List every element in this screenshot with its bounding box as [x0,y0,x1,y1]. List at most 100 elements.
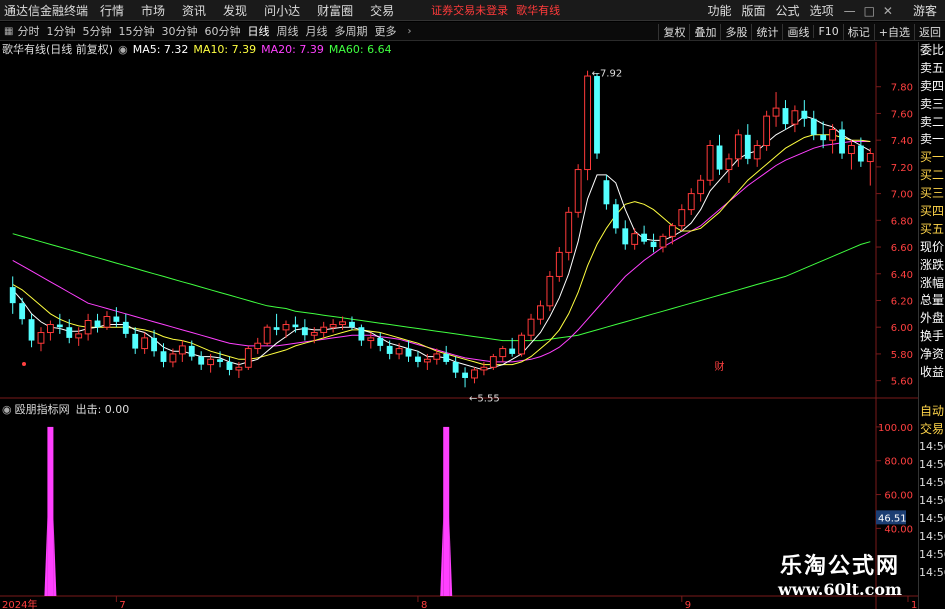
candle-body-down [594,76,600,154]
sidebar-item[interactable]: 买五 [919,221,945,239]
toolbar-add-watchlist[interactable]: +自选 [873,23,914,40]
menu-item-shichang[interactable]: 市场 [141,2,165,19]
candle-body-down [292,324,299,328]
candle-body-down [509,348,516,354]
price-axis-ticks: 7.80 7.60 7.40 7.20 7.00 6.80 6.60 6.40 6.20 6.00… [876,83,913,388]
toolbar-duogu[interactable]: 多股 [720,23,751,40]
sidebar-item[interactable]: 买三 [919,185,945,203]
menu-item-gongneng[interactable]: 功能 [708,2,732,19]
menu-item-faxian[interactable]: 发现 [223,2,247,19]
period-60min[interactable]: 60分钟 [204,23,240,39]
minimize-icon[interactable]: — [844,4,856,18]
candle-body-down [160,351,167,362]
candle [678,204,686,232]
trade-login-notice[interactable]: 证券交易未登录 [431,2,508,18]
sidebar-item[interactable]: 卖四 [919,78,945,96]
grid-icon[interactable]: ▦ [4,26,13,37]
tick-time: 14:56 [919,457,945,471]
menu-item-caifuquan[interactable]: 财富圈 [317,2,353,19]
kline-chart[interactable]: ←7.92 ←5.55 财 7.80 7.60 7.40 7.20 7.00 6.80 6.60… [0,42,918,609]
chevron-right-icon[interactable]: › [407,26,411,37]
menu-item-gongshi[interactable]: 公式 [776,2,800,19]
sidebar-item[interactable]: 涨幅 [919,275,945,293]
candle-body-down [650,241,657,248]
price-tick-label: 7.20 [891,163,913,174]
candle-body-up [37,332,45,344]
maximize-icon[interactable]: □ [864,4,875,18]
sidebar-item[interactable]: 现价 [919,239,945,257]
sidebar-item[interactable]: 卖一 [919,131,945,149]
sidebar-item[interactable]: 买一 [919,149,945,167]
menu-item-jiaoyi[interactable]: 交易 [370,2,394,19]
candle-body-down [820,134,827,141]
chart-grid [0,42,918,609]
toolbar-diejia[interactable]: 叠加 [689,23,720,40]
candle-body-down [349,321,355,328]
candle-body-down [415,356,421,362]
candle-body-down [226,361,233,370]
toolbar-fuquan[interactable]: 复权 [658,23,689,40]
candle-body-up [263,326,271,344]
period-multi[interactable]: 多周期 [334,23,367,39]
watermark-title: 乐淘公式网 [779,554,900,579]
period-daily[interactable]: 日线 [247,23,269,39]
period-15min[interactable]: 15分钟 [118,23,154,39]
sidebar-item[interactable]: 卖五 [919,60,945,78]
candle [527,313,535,341]
candle-body-up [169,353,177,363]
price-tick-label: 6.60 [891,243,913,254]
candle-body-down [9,287,16,304]
close-icon[interactable]: ✕ [883,4,893,18]
sidebar-item[interactable]: 外盘 [919,310,945,328]
toolbar-tongji[interactable]: 统计 [751,23,782,40]
period-1min[interactable]: 1分钟 [46,23,75,39]
sidebar-item[interactable]: 总量 [919,292,945,310]
period-more[interactable]: 更多 [374,23,396,39]
signal-spike-edge [44,516,48,596]
candle [641,225,648,245]
sidebar-item[interactable]: 换手 [919,328,945,346]
sidebar-item[interactable]: 卖三 [919,96,945,114]
toolbar-back[interactable]: 返回 [914,23,945,40]
indicator-tick-label: 40.00 [884,524,913,535]
candle [753,140,761,167]
period-fenshi[interactable]: 分时 [17,23,39,39]
candle-body-down [66,327,73,338]
menu-item-zixun[interactable]: 资讯 [182,2,206,19]
sidebar-item[interactable]: 自动 [919,402,945,420]
price-tick-label: 5.60 [891,377,913,388]
sidebar-item[interactable]: 委比 [919,42,945,60]
sidebar-item[interactable]: 卖二 [919,114,945,132]
period-5min[interactable]: 5分钟 [82,23,111,39]
candle [584,70,591,181]
menu-item-wenxiaoda[interactable]: 问小达 [264,2,300,19]
period-weekly[interactable]: 周线 [276,23,298,39]
period-30min[interactable]: 30分钟 [161,23,197,39]
sidebar-item[interactable]: 交易 [919,420,945,438]
indicator-settings-icon[interactable]: ◉ [2,403,12,416]
indicator-name[interactable]: 殴朋指标网 [15,401,70,417]
candle [358,324,365,346]
guest-label[interactable]: 游客 [913,2,937,19]
toolbar-biaoji[interactable]: 标记 [842,23,874,40]
candle-body-down [386,345,393,354]
candle-body-down [622,228,629,245]
candle [122,313,129,338]
toolbar-f10[interactable]: F10 [813,25,842,38]
sidebar-item[interactable]: 净资 [919,346,945,364]
candle [462,367,468,388]
period-monthly[interactable]: 月线 [305,23,327,39]
candle-body-up [734,134,742,160]
toolbar-huaxian[interactable]: 画线 [782,23,813,40]
menu-item-hangqing[interactable]: 行情 [100,2,124,19]
candle [659,233,667,253]
sidebar-item[interactable]: 买四 [919,203,945,221]
menu-item-xuanxiang[interactable]: 选项 [810,2,834,19]
candle [84,313,92,341]
sidebar-item[interactable]: 涨跌 [919,257,945,275]
sidebar-item[interactable]: 买二 [919,167,945,185]
sidebar-item[interactable]: 收益 [919,364,945,382]
candle-body-up [546,275,554,307]
menu-item-banmian[interactable]: 版面 [742,2,766,19]
candle [772,92,780,127]
